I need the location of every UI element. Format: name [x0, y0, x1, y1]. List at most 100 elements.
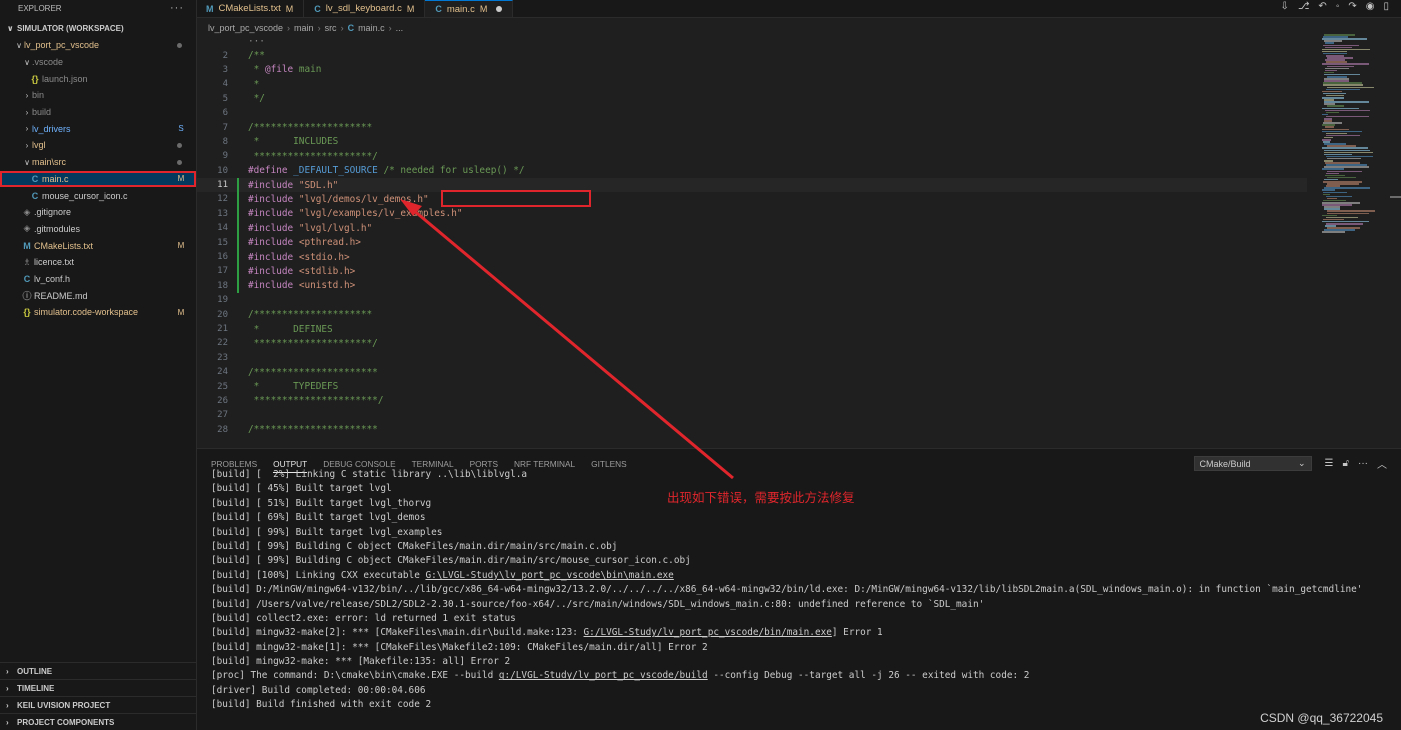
- tab-label: main.c: [446, 3, 475, 15]
- code-line[interactable]: 22 *********************/: [197, 336, 1307, 350]
- folder-item[interactable]: ∨ lv_port_pc_vscode: [0, 37, 196, 54]
- code-line[interactable]: 8 * INCLUDES: [197, 135, 1307, 149]
- sidebar-section[interactable]: › KEIL UVISION PROJECT: [0, 696, 197, 713]
- code-line[interactable]: 13 #include "lvgl/examples/lv_examples.h": [197, 206, 1307, 222]
- breadcrumb-separator: ›: [340, 23, 344, 33]
- code-text: /**********************: [248, 424, 378, 436]
- breadcrumb-item[interactable]: ...: [396, 23, 404, 33]
- folder-item[interactable]: › lv_drivers S: [0, 120, 196, 137]
- code-line[interactable]: 10 #define _DEFAULT_SOURCE /* needed for …: [197, 164, 1307, 178]
- code-line[interactable]: 25 * TYPEDEFS: [197, 379, 1307, 393]
- code-line[interactable]: 28 /**********************: [197, 423, 1307, 437]
- code-line[interactable]: 27: [197, 408, 1307, 422]
- timeline-icon[interactable]: ◦: [1336, 1, 1340, 12]
- code-line[interactable]: 21 * DEFINES: [197, 322, 1307, 336]
- folder-item[interactable]: › build: [0, 104, 196, 121]
- code-line[interactable]: 12 #include "lvgl/demos/lv_demos.h": [197, 192, 1307, 207]
- code-text: #include <unistd.h>: [248, 280, 356, 292]
- code-editor[interactable]: ··· 2/** 3 * @file main 4 * 5 */6 7/********…: [197, 34, 1307, 437]
- breadcrumb-separator: ›: [388, 23, 392, 33]
- editor-tab[interactable]: Cmain.c M: [425, 0, 514, 17]
- chevron-right-icon: ›: [25, 107, 29, 117]
- code-line[interactable]: 15 #include <pthread.h>: [197, 235, 1307, 250]
- output-line: [build] [ 99%] Building C object CMakeFi…: [211, 555, 691, 567]
- breadcrumb-item[interactable]: main.c: [358, 23, 385, 33]
- code-line[interactable]: 16 #include <stdio.h>: [197, 249, 1307, 265]
- output-line: [build] Build finished with exit code 2: [211, 699, 432, 711]
- c-file-icon: C: [347, 23, 355, 33]
- file-type-icon: {}: [31, 73, 39, 84]
- code-line[interactable]: 24 /**********************: [197, 365, 1307, 379]
- line-number: 26: [217, 395, 228, 406]
- code-line[interactable]: 11 #include "SDL.h": [197, 177, 1307, 193]
- code-line[interactable]: 20 /*********************: [197, 307, 1307, 321]
- gitlens-icon[interactable]: ◉: [1366, 1, 1375, 12]
- line-number: 12: [217, 194, 228, 205]
- code-line[interactable]: 2 /**: [197, 48, 1307, 62]
- file-item[interactable]: ◈ .gitmodules: [0, 221, 196, 238]
- compare-icon[interactable]: ⇩: [1281, 1, 1289, 12]
- code-line[interactable]: 26 **********************/: [197, 394, 1307, 408]
- file-item[interactable]: ◈ .gitignore: [0, 204, 196, 221]
- sidebar-section[interactable]: › TIMELINE: [0, 679, 197, 696]
- maximize-panel-icon[interactable]: ︿: [1377, 456, 1387, 471]
- output-line: [build] [ 99%] Building C object CMakeFi…: [211, 540, 618, 552]
- code-line[interactable]: 7 /*********************: [197, 120, 1307, 134]
- file-item[interactable]: Cmain.c M: [0, 170, 196, 188]
- file-name: simulator.code-workspace: [34, 307, 139, 318]
- code-line[interactable]: 4 *: [197, 77, 1307, 91]
- explorer-title: EXPLORER: [18, 3, 62, 13]
- source-control-icon[interactable]: ⎇: [1298, 1, 1310, 12]
- go-forward-icon[interactable]: ↷: [1348, 1, 1356, 12]
- error-annotation: 出现如下错误，需要按此方法修复: [667, 490, 855, 505]
- folder-item[interactable]: › bin: [0, 87, 196, 104]
- file-name: mouse_cursor_icon.c: [42, 190, 128, 201]
- file-item[interactable]: M CMakeLists.txt M: [0, 237, 196, 254]
- breadcrumb-item[interactable]: src: [325, 23, 337, 33]
- more-actions-icon[interactable]: ···: [170, 2, 184, 14]
- git-gutter: [237, 365, 243, 379]
- breadcrumb-item[interactable]: main: [294, 23, 314, 33]
- go-back-icon[interactable]: ↶: [1318, 1, 1326, 12]
- code-line[interactable]: 23: [197, 351, 1307, 365]
- line-number: 3: [222, 64, 228, 75]
- code-line[interactable]: 6: [197, 106, 1307, 120]
- code-line[interactable]: 17 #include <stdlib.h>: [197, 264, 1307, 279]
- minimap-line: [1326, 115, 1369, 118]
- folded-region-marker[interactable]: ···: [248, 36, 265, 47]
- git-gutter: [237, 351, 243, 365]
- file-item[interactable]: ⓘ README.md: [0, 287, 196, 304]
- code-text: * @file main: [248, 64, 322, 76]
- minimap[interactable]: [1314, 34, 1389, 234]
- file-name: lv_conf.h: [34, 273, 71, 284]
- code-line[interactable]: 9 *********************/: [197, 149, 1307, 163]
- workspace-title[interactable]: ∨ SIMULATOR (WORKSPACE): [0, 20, 196, 37]
- git-gutter: [237, 293, 243, 307]
- folder-item[interactable]: ∨ main\src: [0, 154, 196, 171]
- editor-tab[interactable]: M CMakeLists.txt M: [197, 0, 305, 17]
- git-gutter: [237, 63, 243, 77]
- file-item[interactable]: {} launch.json: [0, 70, 196, 87]
- code-line[interactable]: 19: [197, 293, 1307, 307]
- file-item[interactable]: Clv_conf.h: [0, 271, 196, 288]
- folder-item[interactable]: ∨ .vscode: [0, 54, 196, 71]
- code-line[interactable]: 5 */: [197, 92, 1307, 106]
- code-line[interactable]: 3 * @file main: [197, 63, 1307, 77]
- unsaved-dot-icon[interactable]: [496, 6, 503, 12]
- file-item[interactable]: Cmouse_cursor_icon.c: [0, 187, 196, 204]
- breadcrumb-item[interactable]: lv_port_pc_vscode: [208, 23, 283, 33]
- code-text: *********************/: [248, 337, 378, 349]
- file-item[interactable]: ♗ licence.txt: [0, 254, 196, 271]
- code-line[interactable]: 18 #include <unistd.h>: [197, 278, 1307, 294]
- editor-tab[interactable]: Clv_sdl_keyboard.c M: [304, 0, 426, 17]
- code-line[interactable]: 14 #include "lvgl/lvgl.h": [197, 221, 1307, 236]
- sidebar-section[interactable]: › PROJECT COMPONENTS: [0, 713, 197, 730]
- code-text: /**: [248, 50, 265, 62]
- modified-badge: M: [285, 3, 294, 14]
- sidebar-section[interactable]: › OUTLINE: [0, 662, 197, 679]
- split-editor-icon[interactable]: ▯: [1383, 1, 1389, 12]
- line-number: 5: [222, 93, 228, 104]
- git-gutter: [237, 192, 243, 207]
- folder-item[interactable]: › lvgl: [0, 137, 196, 154]
- file-item[interactable]: {} simulator.code-workspace M: [0, 304, 196, 321]
